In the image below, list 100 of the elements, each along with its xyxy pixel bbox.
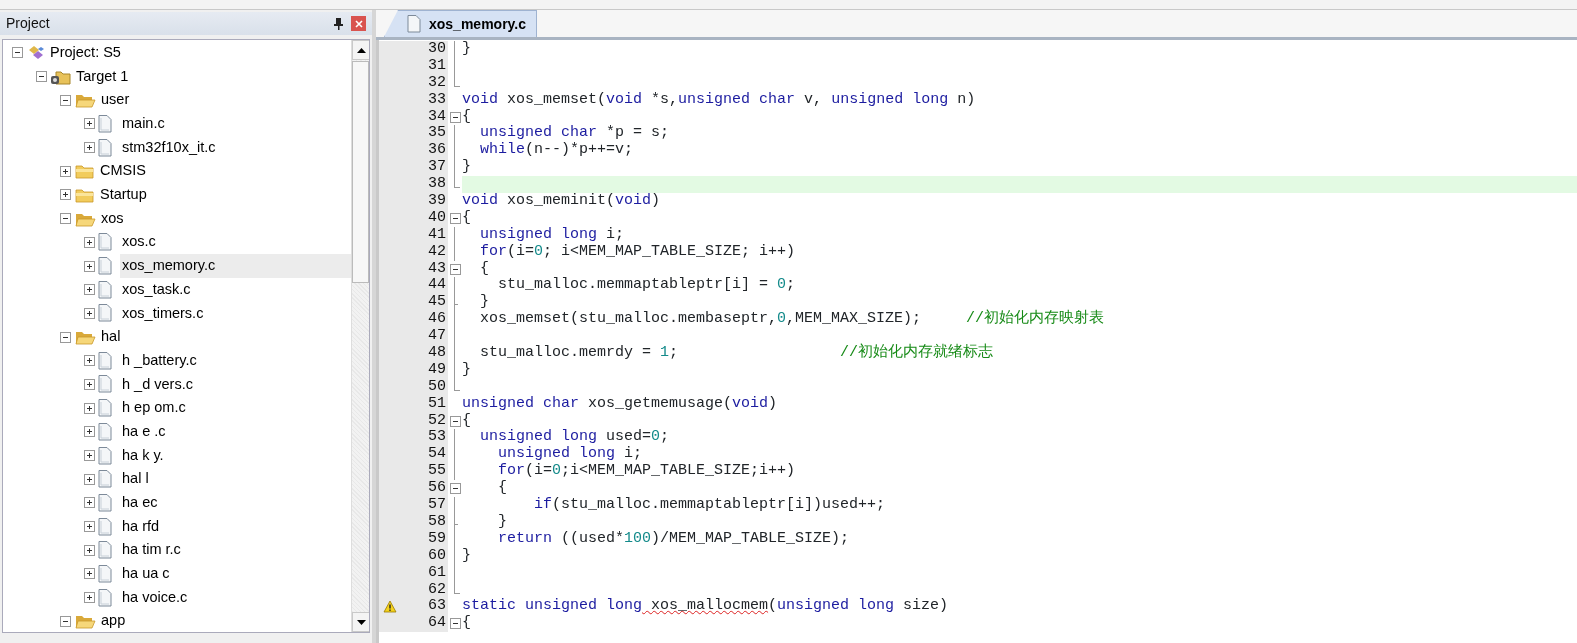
tree-item[interactable]: ha ua c	[120, 563, 172, 585]
file-icon	[98, 493, 112, 512]
expand-icon[interactable]	[60, 189, 71, 201]
fold-icon[interactable]	[449, 618, 461, 630]
code-line: }	[497, 513, 508, 531]
expand-icon[interactable]	[84, 473, 95, 485]
code-line: {	[462, 615, 472, 633]
line-number: 40	[427, 209, 447, 227]
close-button[interactable]	[351, 16, 366, 31]
tree-item[interactable]: ha ec	[120, 492, 160, 514]
tree-item[interactable]: h ep om.c	[120, 397, 188, 420]
file-icon	[98, 138, 112, 157]
expand-icon[interactable]	[84, 592, 95, 604]
expand-icon[interactable]	[84, 236, 95, 248]
expand-icon[interactable]	[60, 165, 71, 177]
fold-icon[interactable]	[449, 483, 461, 495]
line-number: 39	[427, 193, 447, 210]
expand-icon[interactable]	[84, 544, 95, 556]
tree-item[interactable]: app	[99, 610, 128, 632]
collapse-icon[interactable]	[60, 94, 71, 106]
collapse-icon[interactable]	[12, 47, 23, 59]
scroll-down-button[interactable]	[352, 612, 369, 632]
file-icon	[98, 114, 112, 133]
tree-item[interactable]: hal l	[120, 468, 151, 491]
collapse-icon[interactable]	[60, 331, 71, 343]
scrollbar[interactable]	[351, 40, 369, 632]
collapse-icon[interactable]	[60, 213, 71, 225]
line-number: 38	[427, 176, 447, 194]
pin-icon[interactable]	[334, 17, 343, 30]
line-number: 33	[427, 91, 447, 109]
code-line: }	[462, 159, 472, 177]
line-number: 32	[427, 74, 447, 92]
tree-item[interactable]: xos	[99, 207, 126, 230]
code-line: while(n--)*p++=v;	[479, 142, 635, 160]
expand-icon[interactable]	[84, 142, 95, 154]
line-number: 47	[427, 328, 447, 346]
tree-item[interactable]: xos_memory.c	[120, 254, 351, 278]
tree-item[interactable]: main.c	[120, 113, 167, 135]
expand-icon[interactable]	[84, 307, 95, 319]
line-number: 57	[427, 497, 447, 514]
collapse-icon[interactable]	[60, 615, 71, 627]
line-number: 42	[427, 243, 447, 261]
expand-icon[interactable]	[84, 450, 95, 462]
tree-item[interactable]: Target 1	[74, 65, 131, 88]
code-line: {	[462, 412, 472, 430]
line-number: 60	[427, 547, 447, 565]
file-icon	[98, 233, 112, 252]
tree-item[interactable]: xos_task.c	[120, 278, 193, 301]
file-icon	[98, 375, 112, 394]
fold-icon[interactable]	[449, 415, 461, 427]
expand-icon[interactable]	[84, 284, 95, 296]
tree-item[interactable]: Project: S5	[48, 41, 123, 64]
expand-icon[interactable]	[84, 521, 95, 533]
line-number: 55	[427, 463, 447, 481]
tree-item[interactable]: user	[99, 89, 132, 112]
fold-icon[interactable]	[449, 263, 461, 275]
tree-item[interactable]: hal	[99, 326, 123, 348]
expand-icon[interactable]	[84, 426, 95, 438]
code-line: void xos_memset(void *s,unsigned char v, unsigned long n)	[462, 91, 977, 109]
collapse-icon[interactable]	[36, 71, 47, 83]
fold-icon[interactable]	[449, 111, 461, 123]
code-line: void xos_meminit(void)	[462, 193, 662, 210]
tree-item[interactable]: h _battery.c	[120, 349, 199, 372]
tree-item[interactable]: Startup	[98, 184, 149, 206]
tree-item[interactable]: ha tim r.c	[120, 539, 183, 562]
tree-item[interactable]: ha e .c	[120, 420, 168, 443]
tree-item[interactable]: ha k y.	[120, 444, 166, 467]
tree-item[interactable]: h _d vers.c	[120, 373, 195, 396]
tree-item[interactable]: ha rfd	[120, 515, 162, 538]
project-icon	[27, 44, 45, 61]
expand-icon[interactable]	[84, 568, 95, 580]
tree-item[interactable]: xos_timers.c	[120, 302, 206, 325]
expand-icon[interactable]	[84, 118, 95, 130]
open-folder-icon	[75, 329, 96, 346]
expand-icon[interactable]	[84, 260, 95, 272]
scroll-up-button[interactable]	[352, 40, 369, 60]
fold-icon[interactable]	[449, 212, 461, 224]
line-number: 53	[427, 429, 447, 447]
file-icon	[98, 517, 112, 536]
code-line: }	[462, 547, 472, 565]
line-number: 45	[427, 294, 447, 312]
tree-item[interactable]: ha voice.c	[120, 586, 190, 609]
target-icon	[51, 68, 71, 86]
file-icon	[98, 588, 112, 607]
expand-icon[interactable]	[84, 355, 95, 367]
expand-icon[interactable]	[84, 497, 95, 509]
scroll-thumb[interactable]	[352, 61, 369, 283]
expand-icon[interactable]	[84, 402, 95, 414]
file-icon	[98, 564, 112, 583]
tree-item[interactable]: CMSIS	[98, 160, 148, 183]
editor-tab[interactable]: xos_memory.c	[384, 10, 537, 37]
expand-icon[interactable]	[84, 378, 95, 390]
file-icon	[98, 446, 112, 465]
tree-item[interactable]: stm32f10x_it.c	[120, 136, 218, 159]
tree-item[interactable]: xos.c	[120, 231, 158, 254]
line-number: 54	[427, 446, 447, 464]
panel-title: Project	[6, 14, 50, 33]
code-line: static unsigned long xos_mallocmem(unsigned long size)	[462, 598, 950, 615]
code-line: {	[462, 209, 472, 227]
file-icon	[98, 351, 112, 370]
